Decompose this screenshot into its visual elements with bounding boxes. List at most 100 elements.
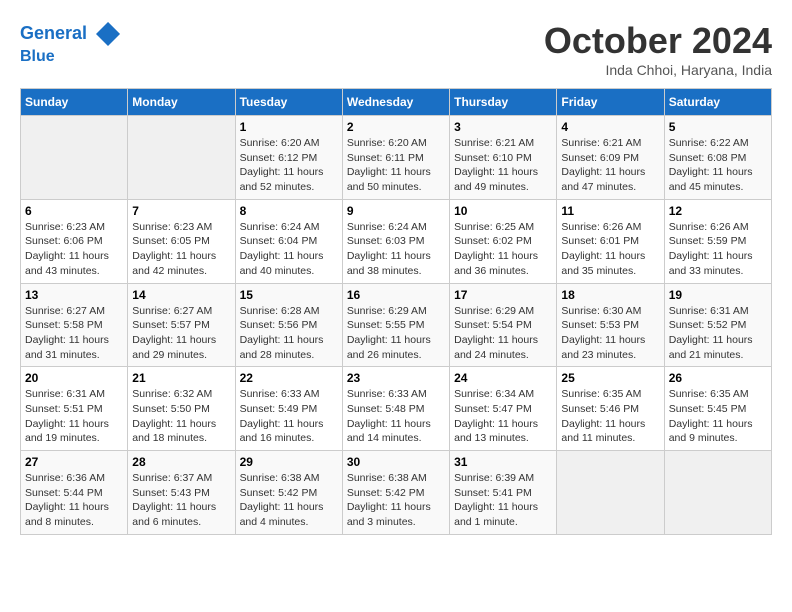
title-block: October 2024 Inda Chhoi, Haryana, India	[544, 20, 772, 78]
day-number: 10	[454, 204, 552, 218]
day-info: Sunrise: 6:39 AMSunset: 5:41 PMDaylight:…	[454, 471, 552, 530]
calendar-cell: 1Sunrise: 6:20 AMSunset: 6:12 PMDaylight…	[235, 116, 342, 200]
day-info: Sunrise: 6:21 AMSunset: 6:09 PMDaylight:…	[561, 136, 659, 195]
day-number: 22	[240, 371, 338, 385]
day-number: 6	[25, 204, 123, 218]
day-number: 13	[25, 288, 123, 302]
day-number: 20	[25, 371, 123, 385]
calendar-cell: 7Sunrise: 6:23 AMSunset: 6:05 PMDaylight…	[128, 199, 235, 283]
calendar-cell: 19 Sunrise: 6:31 AMSunset: 5:52 PMDayligh…	[664, 283, 771, 367]
calendar-cell: 5 Sunrise: 6:22 AMSunset: 6:08 PMDaylight…	[664, 116, 771, 200]
calendar-cell: 4 Sunrise: 6:21 AMSunset: 6:09 PMDaylight…	[557, 116, 664, 200]
day-number: 28	[132, 455, 230, 469]
calendar-cell	[21, 116, 128, 200]
calendar-cell: 30Sunrise: 6:38 AMSunset: 5:42 PMDayligh…	[342, 451, 449, 535]
day-number: 25	[561, 371, 659, 385]
day-header-sunday: Sunday	[21, 89, 128, 116]
calendar-cell	[557, 451, 664, 535]
day-info: Sunrise: 6:23 AMSunset: 6:05 PMDaylight:…	[132, 220, 230, 279]
calendar-cell	[128, 116, 235, 200]
day-info: Sunrise: 6:31 AMSunset: 5:52 PMDaylight:…	[669, 304, 767, 363]
calendar-table: SundayMondayTuesdayWednesdayThursdayFrid…	[20, 88, 772, 535]
day-info: Sunrise: 6:26 AMSunset: 6:01 PMDaylight:…	[561, 220, 659, 279]
day-info: Sunrise: 6:32 AMSunset: 5:50 PMDaylight:…	[132, 387, 230, 446]
calendar-cell: 18 Sunrise: 6:30 AMSunset: 5:53 PMDayligh…	[557, 283, 664, 367]
calendar-cell: 28 Sunrise: 6:37 AMSunset: 5:43 PMDayligh…	[128, 451, 235, 535]
calendar-cell: 3 Sunrise: 6:21 AMSunset: 6:10 PMDaylight…	[450, 116, 557, 200]
day-info: Sunrise: 6:29 AMSunset: 5:54 PMDaylight:…	[454, 304, 552, 363]
calendar-cell: 14Sunrise: 6:27 AMSunset: 5:57 PMDayligh…	[128, 283, 235, 367]
calendar-cell: 27 Sunrise: 6:36 AMSunset: 5:44 PMDayligh…	[21, 451, 128, 535]
day-number: 26	[669, 371, 767, 385]
day-number: 5	[669, 120, 767, 134]
calendar-cell: 12 Sunrise: 6:26 AMSunset: 5:59 PMDayligh…	[664, 199, 771, 283]
day-info: Sunrise: 6:25 AMSunset: 6:02 PMDaylight:…	[454, 220, 552, 279]
day-number: 14	[132, 288, 230, 302]
calendar-cell: 13Sunrise: 6:27 AMSunset: 5:58 PMDayligh…	[21, 283, 128, 367]
calendar-cell: 20 Sunrise: 6:31 AMSunset: 5:51 PMDayligh…	[21, 367, 128, 451]
header-row: SundayMondayTuesdayWednesdayThursdayFrid…	[21, 89, 772, 116]
calendar-cell: 16 Sunrise: 6:29 AMSunset: 5:55 PMDayligh…	[342, 283, 449, 367]
week-row-1: 1Sunrise: 6:20 AMSunset: 6:12 PMDaylight…	[21, 116, 772, 200]
day-info: Sunrise: 6:33 AMSunset: 5:48 PMDaylight:…	[347, 387, 445, 446]
day-info: Sunrise: 6:20 AMSunset: 6:11 PMDaylight:…	[347, 136, 445, 195]
logo: General Blue	[20, 20, 122, 66]
day-info: Sunrise: 6:23 AMSunset: 6:06 PMDaylight:…	[25, 220, 123, 279]
calendar-cell: 26Sunrise: 6:35 AMSunset: 5:45 PMDayligh…	[664, 367, 771, 451]
day-number: 19	[669, 288, 767, 302]
day-header-friday: Friday	[557, 89, 664, 116]
day-info: Sunrise: 6:29 AMSunset: 5:55 PMDaylight:…	[347, 304, 445, 363]
day-header-monday: Monday	[128, 89, 235, 116]
day-number: 1	[240, 120, 338, 134]
calendar-cell: 15Sunrise: 6:28 AMSunset: 5:56 PMDayligh…	[235, 283, 342, 367]
logo-text: General	[20, 20, 122, 48]
day-number: 29	[240, 455, 338, 469]
calendar-cell: 10 Sunrise: 6:25 AMSunset: 6:02 PMDayligh…	[450, 199, 557, 283]
day-number: 11	[561, 204, 659, 218]
logo-blue: Blue	[20, 48, 122, 66]
day-info: Sunrise: 6:38 AMSunset: 5:42 PMDaylight:…	[240, 471, 338, 530]
day-info: Sunrise: 6:26 AMSunset: 5:59 PMDaylight:…	[669, 220, 767, 279]
day-info: Sunrise: 6:33 AMSunset: 5:49 PMDaylight:…	[240, 387, 338, 446]
month-title: October 2024	[544, 20, 772, 62]
day-header-saturday: Saturday	[664, 89, 771, 116]
day-info: Sunrise: 6:31 AMSunset: 5:51 PMDaylight:…	[25, 387, 123, 446]
calendar-cell: 23 Sunrise: 6:33 AMSunset: 5:48 PMDayligh…	[342, 367, 449, 451]
calendar-cell	[664, 451, 771, 535]
location: Inda Chhoi, Haryana, India	[544, 62, 772, 78]
week-row-4: 20 Sunrise: 6:31 AMSunset: 5:51 PMDayligh…	[21, 367, 772, 451]
day-info: Sunrise: 6:34 AMSunset: 5:47 PMDaylight:…	[454, 387, 552, 446]
calendar-cell: 9Sunrise: 6:24 AMSunset: 6:03 PMDaylight…	[342, 199, 449, 283]
page-header: General Blue October 2024 Inda Chhoi, Ha…	[20, 20, 772, 78]
day-number: 4	[561, 120, 659, 134]
calendar-cell: 11 Sunrise: 6:26 AMSunset: 6:01 PMDayligh…	[557, 199, 664, 283]
day-info: Sunrise: 6:30 AMSunset: 5:53 PMDaylight:…	[561, 304, 659, 363]
day-number: 23	[347, 371, 445, 385]
calendar-cell: 24Sunrise: 6:34 AMSunset: 5:47 PMDayligh…	[450, 367, 557, 451]
day-number: 27	[25, 455, 123, 469]
calendar-cell: 21Sunrise: 6:32 AMSunset: 5:50 PMDayligh…	[128, 367, 235, 451]
day-header-tuesday: Tuesday	[235, 89, 342, 116]
day-header-thursday: Thursday	[450, 89, 557, 116]
day-info: Sunrise: 6:36 AMSunset: 5:44 PMDaylight:…	[25, 471, 123, 530]
day-number: 12	[669, 204, 767, 218]
day-info: Sunrise: 6:21 AMSunset: 6:10 PMDaylight:…	[454, 136, 552, 195]
day-number: 8	[240, 204, 338, 218]
day-info: Sunrise: 6:22 AMSunset: 6:08 PMDaylight:…	[669, 136, 767, 195]
week-row-5: 27 Sunrise: 6:36 AMSunset: 5:44 PMDayligh…	[21, 451, 772, 535]
calendar-cell: 25 Sunrise: 6:35 AMSunset: 5:46 PMDayligh…	[557, 367, 664, 451]
day-info: Sunrise: 6:35 AMSunset: 5:46 PMDaylight:…	[561, 387, 659, 446]
day-info: Sunrise: 6:24 AMSunset: 6:04 PMDaylight:…	[240, 220, 338, 279]
day-number: 16	[347, 288, 445, 302]
day-info: Sunrise: 6:24 AMSunset: 6:03 PMDaylight:…	[347, 220, 445, 279]
week-row-2: 6 Sunrise: 6:23 AMSunset: 6:06 PMDaylight…	[21, 199, 772, 283]
day-info: Sunrise: 6:37 AMSunset: 5:43 PMDaylight:…	[132, 471, 230, 530]
day-number: 18	[561, 288, 659, 302]
week-row-3: 13Sunrise: 6:27 AMSunset: 5:58 PMDayligh…	[21, 283, 772, 367]
day-number: 31	[454, 455, 552, 469]
day-number: 3	[454, 120, 552, 134]
day-info: Sunrise: 6:28 AMSunset: 5:56 PMDaylight:…	[240, 304, 338, 363]
day-number: 30	[347, 455, 445, 469]
calendar-cell: 8 Sunrise: 6:24 AMSunset: 6:04 PMDaylight…	[235, 199, 342, 283]
day-number: 17	[454, 288, 552, 302]
